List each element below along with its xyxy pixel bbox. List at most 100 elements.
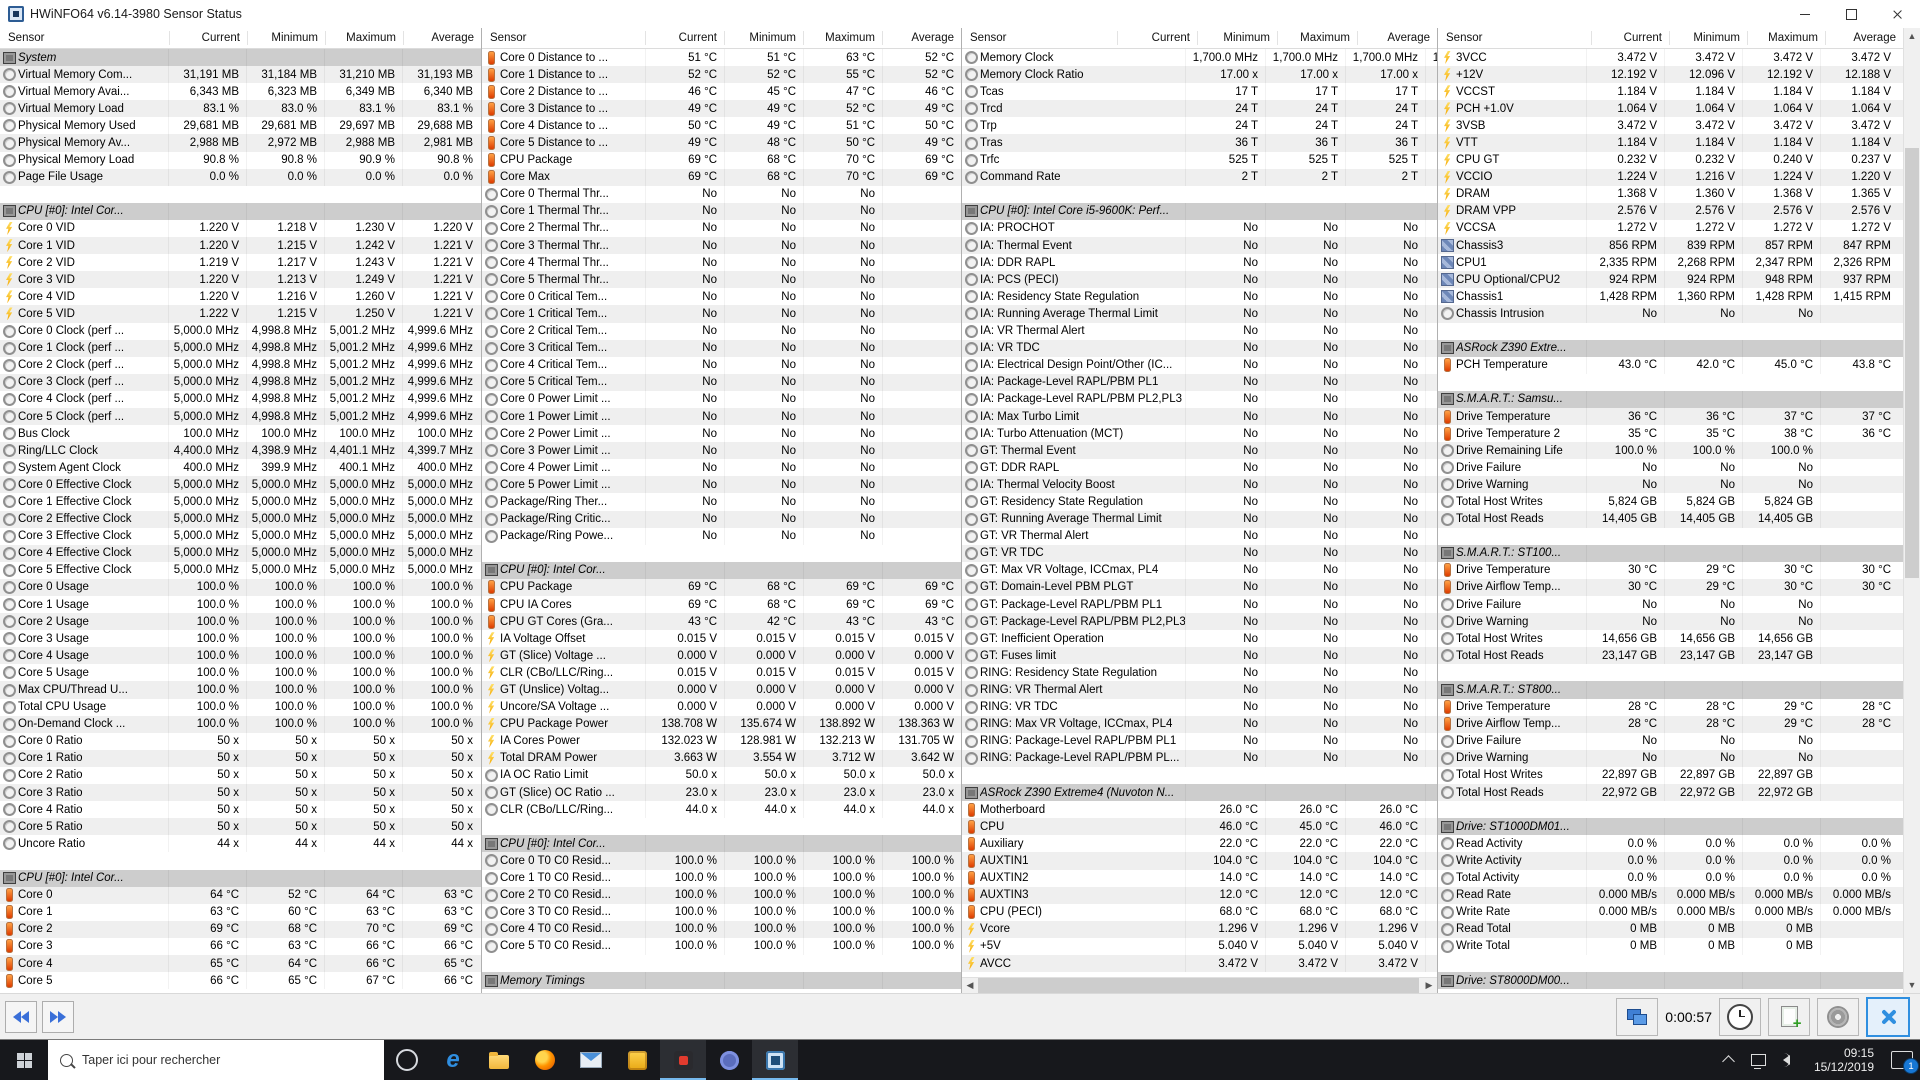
sensor-row[interactable]: CPU Package 69 °C 68 °C 70 °C 69 °C — [482, 151, 961, 169]
sensor-row[interactable]: Total Host Reads 14,405 GB 14,405 GB 14,405… — [1438, 510, 1903, 528]
sensor-row[interactable]: Core 4 Clock (perf ... 5,000.0 MHz 4,998.8… — [0, 390, 481, 408]
sensor-row[interactable]: IA: Package-Level RAPL/PBM PL2,PL3 No No No — [962, 390, 1437, 408]
sensor-row[interactable]: Tcas 17 T 17 T 17 T — [962, 83, 1437, 101]
sensor-row[interactable]: Core 3 Distance to ... 49 °C 49 °C 52 °C 49 … — [482, 100, 961, 118]
column-header-row[interactable]: Sensor Current Minimum Maximum Average — [0, 28, 481, 49]
sensor-row[interactable]: CPU Package Power 138.708 W 135.674 W 138.8… — [482, 715, 961, 733]
sensor-row[interactable]: Page File Usage 0.0 % 0.0 % 0.0 % 0.0 % — [0, 168, 481, 186]
sensor-row[interactable]: Trp 24 T 24 T 24 T — [962, 117, 1437, 135]
sensor-row[interactable]: Physical Memory Av... 2,988 MB 2,972 MB 2,9… — [0, 134, 481, 152]
sensor-row[interactable]: RING: Package-Level RAPL/PBM PL1 No No No — [962, 732, 1437, 750]
sensor-row[interactable]: Drive Airflow Temp... 28 °C 28 °C 29 °C 28 °… — [1438, 715, 1903, 733]
column-header-sensor[interactable]: Sensor — [1438, 32, 1591, 44]
sensor-row[interactable]: GT: Package-Level RAPL/PBM PL1 No No No — [962, 596, 1437, 614]
sensor-row[interactable]: Total CPU Usage 100.0 % 100.0 % 100.0 % 100.… — [0, 698, 481, 716]
close-sensors-button[interactable] — [1866, 996, 1910, 1037]
section-header-row[interactable]: CPU [#0]: Intel Cor... — [0, 869, 481, 887]
sensor-row[interactable]: Core 4 65 °C 64 °C 66 °C 65 °C — [0, 954, 481, 973]
sensor-row[interactable]: IA: Thermal Event No No No — [962, 237, 1437, 255]
horizontal-scroll-thumb[interactable] — [978, 978, 1419, 993]
sensor-row[interactable]: Package/Ring Powe... No No No — [482, 527, 961, 545]
sensor-row[interactable]: Trcd 24 T 24 T 24 T — [962, 100, 1437, 118]
sensor-row[interactable]: Uncore Ratio 44 x 44 x 44 x 44 x — [0, 835, 481, 853]
sensor-row[interactable]: Core 1 T0 C0 Resid... 100.0 % 100.0 % 100.0… — [482, 869, 961, 887]
vertical-scrollbar[interactable]: ▲ ▼ — [1903, 28, 1920, 993]
sensor-row[interactable]: Drive Airflow Temp... 30 °C 29 °C 30 °C 30 °… — [1438, 578, 1903, 596]
sensor-row[interactable]: Tras 36 T 36 T 36 T — [962, 134, 1437, 152]
sensor-row[interactable]: Read Activity 0.0 % 0.0 % 0.0 % 0.0 % — [1438, 835, 1903, 853]
sensor-row[interactable]: Core 0 Critical Tem... No No No — [482, 288, 961, 306]
section-header-row[interactable]: Memory Timings — [482, 972, 961, 990]
sensor-row[interactable]: Core 2 Clock (perf ... 5,000.0 MHz 4,998.8… — [0, 356, 481, 374]
column-header-minimum[interactable]: Minimum — [1197, 30, 1277, 46]
sensor-row[interactable]: CLR (CBo/LLC/Ring... 44.0 x 44.0 x 44.0 x 44… — [482, 801, 961, 819]
column-header-average[interactable]: Average — [882, 30, 961, 46]
scroll-right-icon[interactable]: ▶ — [1421, 978, 1437, 993]
sensor-row[interactable]: Auxiliary 22.0 °C 22.0 °C 22.0 °C — [962, 835, 1437, 853]
sensor-row[interactable]: Drive Temperature 2 35 °C 35 °C 38 °C 36 °C — [1438, 425, 1903, 443]
sensor-row[interactable]: Package/Ring Ther... No No No — [482, 493, 961, 511]
taskbar-app-firefox[interactable] — [522, 1040, 568, 1080]
sensor-row[interactable]: Core 0 Ratio 50 x 50 x 50 x 50 x — [0, 732, 481, 750]
sensor-row[interactable]: Core 3 Usage 100.0 % 100.0 % 100.0 % 100.0 % — [0, 630, 481, 648]
sensor-row[interactable]: Package/Ring Critic... No No No — [482, 510, 961, 528]
sensor-row[interactable]: Uncore/SA Voltage ... 0.000 V 0.000 V 0.000… — [482, 698, 961, 716]
sensor-row[interactable]: Core 0 Clock (perf ... 5,000.0 MHz 4,998.8… — [0, 322, 481, 340]
sensor-row[interactable]: IA Voltage Offset 0.015 V 0.015 V 0.015 V 0.… — [482, 630, 961, 648]
sensor-row[interactable]: IA: PCS (PECI) No No No — [962, 271, 1437, 289]
tray-chevron-button[interactable] — [1714, 1040, 1744, 1080]
vertical-scroll-thumb[interactable] — [1905, 148, 1919, 578]
sensor-row[interactable]: GT: Residency State Regulation No No No — [962, 493, 1437, 511]
sensor-row[interactable]: +5V 5.040 V 5.040 V 5.040 V — [962, 937, 1437, 955]
sensor-row[interactable]: Core 1 Usage 100.0 % 100.0 % 100.0 % 100.0 % — [0, 596, 481, 614]
sensor-row[interactable]: Core 2 T0 C0 Resid... 100.0 % 100.0 % 100.0… — [482, 886, 961, 904]
sensor-row[interactable]: Drive Remaining Life 100.0 % 100.0 % 100.0 … — [1438, 442, 1903, 460]
nav-back-button[interactable] — [5, 1000, 37, 1033]
start-button[interactable] — [0, 1040, 48, 1080]
column-header-current[interactable]: Current — [1117, 30, 1197, 46]
column-header-row[interactable]: Sensor Current Minimum Maximum Average — [1438, 28, 1903, 49]
sensor-row[interactable]: Command Rate 2 T2 T2 T — [962, 168, 1437, 186]
section-header-row[interactable]: System — [0, 49, 481, 67]
section-header-row[interactable]: CPU [#0]: Intel Cor... — [482, 561, 961, 579]
sensor-row[interactable]: Core 1 Critical Tem... No No No — [482, 305, 961, 323]
sensor-row[interactable]: Core 3 Thermal Thr... No No No — [482, 237, 961, 255]
sensor-row[interactable]: IA: Residency State Regulation No No No — [962, 288, 1437, 306]
sensor-row[interactable]: 3VCC 3.472 V 3.472 V 3.472 V 3.472 V — [1438, 49, 1903, 67]
sensor-row[interactable]: IA: Turbo Attenuation (MCT) No No No — [962, 425, 1437, 443]
sensor-row[interactable]: GT (Slice) Voltage ... 0.000 V 0.000 V 0.00… — [482, 647, 961, 665]
column-header-current[interactable]: Current — [645, 30, 724, 46]
remote-monitoring-button[interactable] — [1616, 997, 1659, 1036]
sensor-row[interactable]: 3VSB 3.472 V 3.472 V 3.472 V 3.472 V — [1438, 117, 1903, 135]
sensor-row[interactable]: Core 2 Ratio 50 x 50 x 50 x 50 x — [0, 766, 481, 785]
sensor-row[interactable]: Core 1 Clock (perf ... 5,000.0 MHz 4,998.8… — [0, 339, 481, 357]
sensor-row[interactable]: PCH Temperature 43.0 °C 42.0 °C 45.0 °C 43.8… — [1438, 356, 1903, 374]
sensor-row[interactable]: Write Rate 0.000 MB/s 0.000 MB/s 0.000 MB/s… — [1438, 903, 1903, 921]
sensor-row[interactable]: System Agent Clock 400.0 MHz 399.9 MHz 400.… — [0, 459, 481, 477]
section-header-row[interactable]: Drive: ST1000DM01... — [1438, 818, 1903, 836]
column-header-current[interactable]: Current — [169, 30, 247, 46]
sensor-row[interactable]: Write Activity 0.0 % 0.0 % 0.0 % 0.0 % — [1438, 852, 1903, 870]
tray-volume-button[interactable] — [1774, 1040, 1804, 1080]
sensor-row[interactable]: AUXTIN2 14.0 °C 14.0 °C 14.0 °C — [962, 869, 1437, 887]
section-header-row[interactable]: CPU [#0]: Intel Core i5-9600K: Perf... — [962, 202, 1437, 220]
column-header-sensor[interactable]: Sensor — [482, 32, 645, 44]
sensor-row[interactable]: Vcore 1.296 V 1.296 V 1.296 V — [962, 920, 1437, 938]
sensor-row[interactable]: VTT 1.184 V 1.184 V 1.184 V 1.184 V — [1438, 134, 1903, 152]
section-header-row[interactable]: Drive: ST8000DM00... — [1438, 972, 1903, 990]
section-header-row[interactable]: S.M.A.R.T.: Samsu... — [1438, 390, 1903, 408]
sensor-row[interactable]: Core 1 Ratio 50 x 50 x 50 x 50 x — [0, 749, 481, 767]
column-header-current[interactable]: Current — [1591, 30, 1669, 46]
sensor-row[interactable]: IA: Package-Level RAPL/PBM PL1 No No No — [962, 373, 1437, 391]
section-header-row[interactable]: S.M.A.R.T.: ST800... — [1438, 681, 1903, 699]
sensor-row[interactable]: Core 5 66 °C 65 °C 67 °C 66 °C — [0, 972, 481, 990]
sensor-row[interactable]: Core 2 Power Limit ... No No No — [482, 425, 961, 443]
sensor-row[interactable]: Core 4 Power Limit ... No No No — [482, 459, 961, 477]
taskbar-app-edge[interactable]: e — [430, 1040, 476, 1080]
sensor-row[interactable]: CPU Optional/CPU2 924 RPM 924 RPM 948 RPM 93… — [1438, 271, 1903, 289]
sensor-row[interactable]: RING: Package-Level RAPL/PBM PL... No No No — [962, 749, 1437, 767]
sensor-row[interactable]: RING: Max VR Voltage, ICCmax, PL4 No No No — [962, 715, 1437, 733]
sensor-row[interactable]: IA: VR TDC No No No — [962, 339, 1437, 357]
sensor-row[interactable]: Core 1 Thermal Thr... No No No — [482, 202, 961, 220]
sensor-row[interactable]: Core 0 64 °C 52 °C 64 °C 63 °C — [0, 886, 481, 904]
